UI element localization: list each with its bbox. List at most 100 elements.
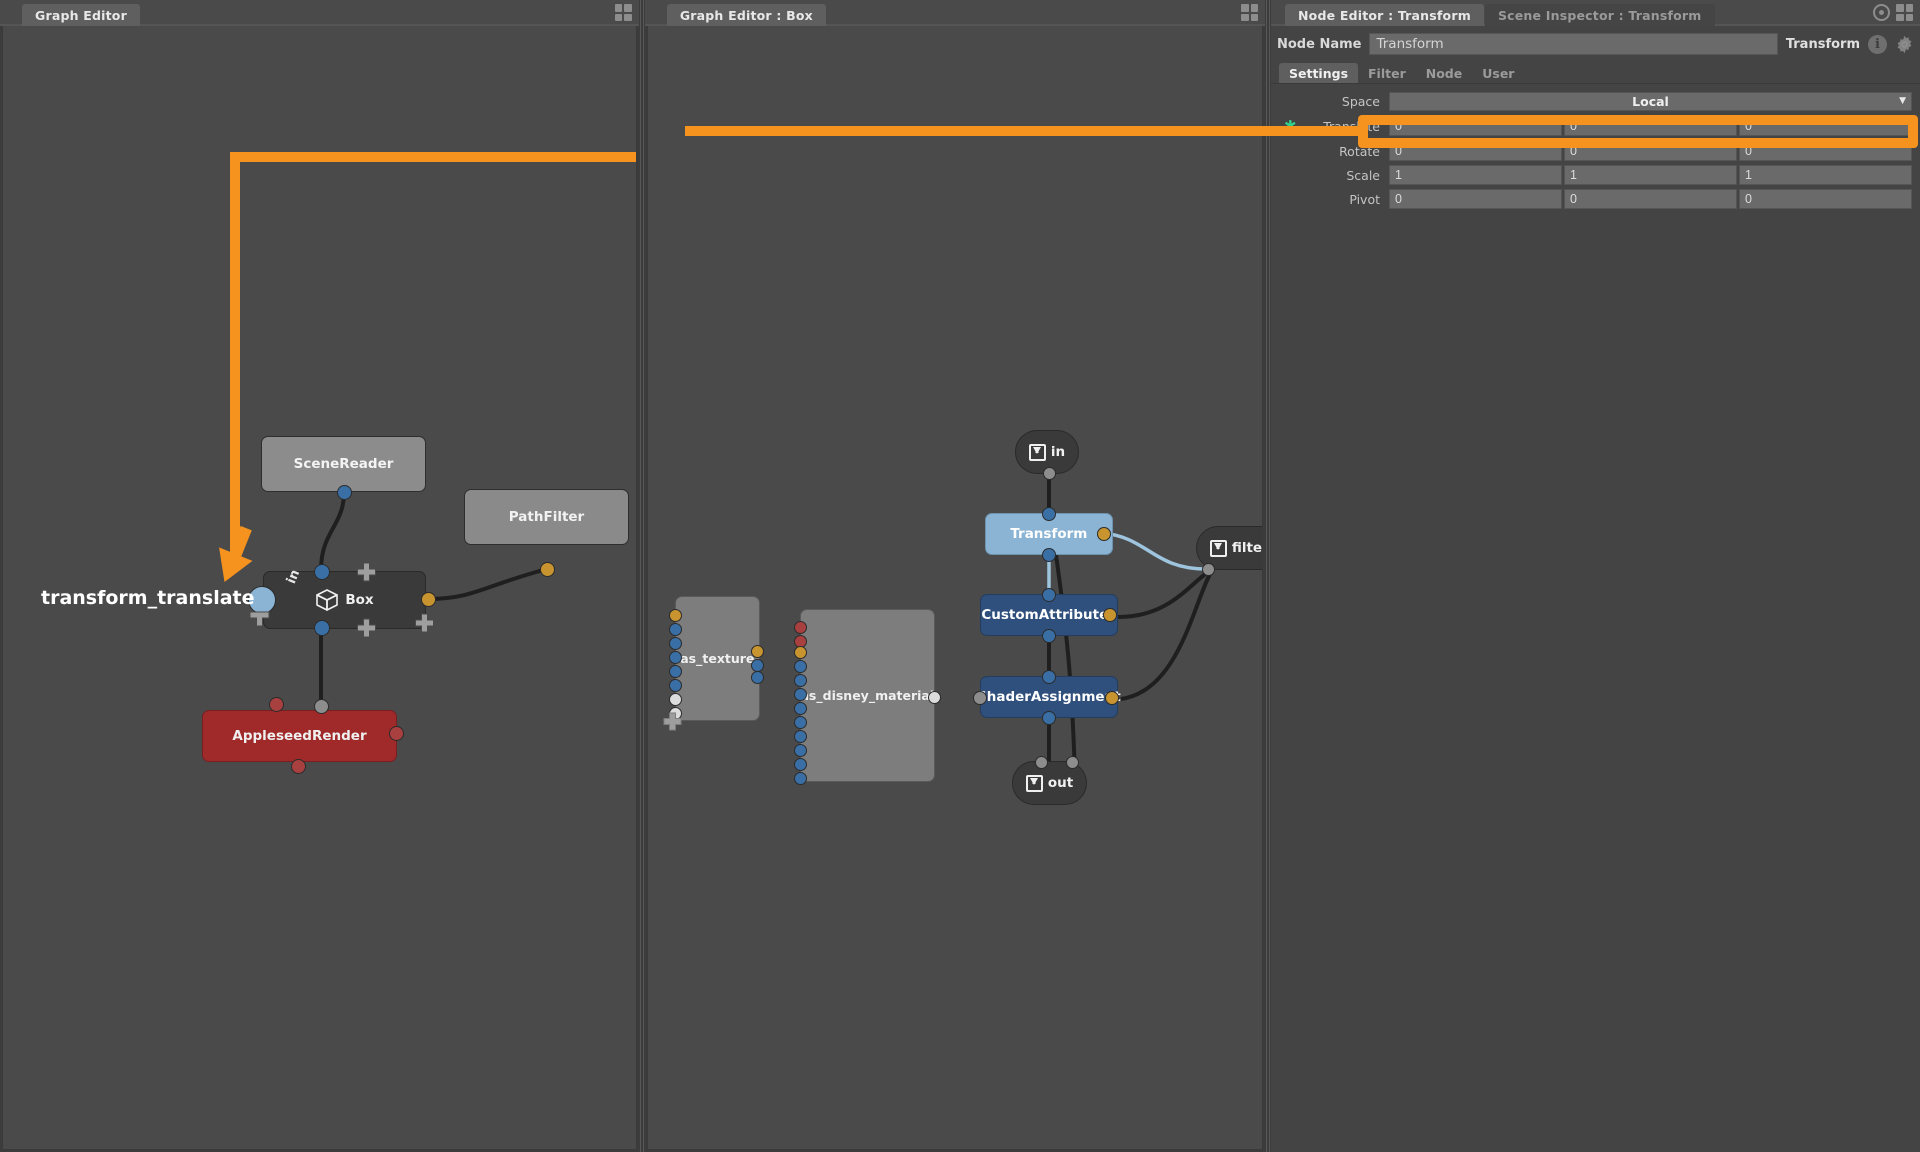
scenereader-out-port[interactable] — [337, 485, 352, 500]
out-in-port-b[interactable] — [1066, 756, 1079, 769]
node-as-texture[interactable]: as_texture — [675, 596, 760, 721]
tab-filter[interactable]: Filter — [1358, 63, 1416, 83]
layout-grid-icon[interactable] — [1241, 4, 1258, 21]
tab-node[interactable]: Node — [1416, 63, 1472, 83]
pathfilter-out-port[interactable] — [540, 562, 555, 577]
scale-y-input[interactable] — [1564, 165, 1737, 185]
node-scenereader[interactable]: SceneReader — [261, 436, 426, 492]
transform-out-port[interactable] — [1042, 548, 1056, 562]
left-graph-canvas[interactable]: SceneReader PathFilter Box in — [2, 26, 637, 1150]
row-translate: ✱ Translate — [1279, 114, 1912, 138]
shaderassignment-shader-port[interactable] — [973, 691, 987, 705]
tab-settings[interactable]: Settings — [1279, 63, 1358, 83]
box-add-plug-bottom-icon[interactable] — [356, 618, 377, 639]
as-disney-out-port[interactable] — [928, 691, 941, 704]
customattributes-filter-port[interactable] — [1103, 608, 1117, 622]
tab-graph-editor-box[interactable]: Graph Editor : Box — [667, 4, 826, 26]
box-add-plug-top-icon[interactable] — [356, 562, 377, 583]
scale-z-input[interactable] — [1739, 165, 1912, 185]
tab-user[interactable]: User — [1472, 63, 1524, 83]
info-icon[interactable]: i — [1868, 35, 1887, 54]
rotate-y-input[interactable] — [1564, 141, 1737, 161]
box-graph-canvas[interactable]: in Transform filter CustomAttributes — [647, 26, 1263, 1150]
left-panel-corner-icons — [615, 4, 632, 21]
as-texture-in-port-0[interactable] — [669, 609, 682, 622]
node-editor-panel: Node Editor : Transform Scene Inspector … — [1271, 0, 1920, 1152]
translate-y-input[interactable] — [1564, 116, 1737, 136]
right-panel-tabbar: Node Editor : Transform Scene Inspector … — [1271, 0, 1920, 26]
in-out-port[interactable] — [1043, 467, 1056, 480]
node-as-disney-material[interactable]: as_disney_material — [800, 609, 935, 782]
node-appleseedrender[interactable]: AppleseedRender — [202, 710, 397, 762]
pivot-y-input[interactable] — [1564, 189, 1737, 209]
translate-animated-indicator[interactable]: ✱ — [1284, 120, 1296, 132]
box-add-plug-left-icon[interactable] — [249, 611, 270, 627]
node-name-input[interactable] — [1369, 33, 1777, 55]
filter-out-port[interactable] — [1202, 563, 1215, 576]
as-disney-in-port-8[interactable] — [794, 730, 807, 743]
annotation-vertical-line — [230, 152, 240, 560]
node-as-disney-material-label: as_disney_material — [801, 688, 935, 703]
as-disney-in-port-11[interactable] — [794, 772, 807, 785]
box-in-port[interactable] — [314, 564, 330, 580]
node-appleseedrender-label: AppleseedRender — [232, 728, 366, 744]
as-disney-in-port-6[interactable] — [794, 702, 807, 715]
space-dropdown[interactable]: Local ▼ — [1389, 92, 1912, 111]
tab-graph-editor[interactable]: Graph Editor — [22, 4, 140, 26]
appleseedrender-in-port-b[interactable] — [314, 699, 329, 714]
as-disney-in-port-9[interactable] — [794, 744, 807, 757]
node-pathfilter[interactable]: PathFilter — [464, 489, 629, 545]
as-texture-in-port-2[interactable] — [669, 637, 682, 650]
as-disney-in-port-0[interactable] — [794, 621, 807, 634]
as-texture-in-port-1[interactable] — [669, 623, 682, 636]
translate-z-input[interactable] — [1739, 116, 1912, 136]
as-texture-out-port-0[interactable] — [751, 645, 764, 658]
node-scenereader-label: SceneReader — [294, 456, 394, 472]
as-texture-add-plug-icon[interactable] — [663, 712, 682, 731]
pivot-z-input[interactable] — [1739, 189, 1912, 209]
gear-icon[interactable] — [1895, 35, 1914, 54]
as-disney-in-port-5[interactable] — [794, 688, 807, 701]
translate-x-input[interactable] — [1389, 116, 1562, 136]
box-add-plug-right-icon[interactable] — [414, 613, 435, 634]
as-disney-in-port-7[interactable] — [794, 716, 807, 729]
as-texture-in-port-6[interactable] — [669, 693, 682, 706]
box-out-port[interactable] — [314, 620, 330, 636]
as-texture-in-port-3[interactable] — [669, 651, 682, 664]
arrow-down-box-icon — [1026, 775, 1043, 792]
node-pathfilter-label: PathFilter — [509, 509, 584, 525]
transform-in-port[interactable] — [1042, 507, 1056, 521]
node-box-label: Box — [345, 592, 373, 608]
as-texture-in-port-5[interactable] — [669, 679, 682, 692]
out-in-port-a[interactable] — [1035, 756, 1048, 769]
tab-scene-inspector[interactable]: Scene Inspector : Transform — [1485, 4, 1715, 26]
appleseedrender-in-port-a[interactable] — [269, 697, 284, 712]
shaderassignment-filter-port[interactable] — [1105, 691, 1119, 705]
box-filter-port[interactable] — [421, 592, 436, 607]
rotate-x-input[interactable] — [1389, 141, 1562, 161]
scale-x-input[interactable] — [1389, 165, 1562, 185]
application-window: Graph Editor SceneReader PathFilter — [0, 0, 1920, 1152]
as-disney-in-port-4[interactable] — [794, 674, 807, 687]
tab-node-editor[interactable]: Node Editor : Transform — [1285, 4, 1484, 26]
shaderassignment-in-port[interactable] — [1042, 670, 1056, 684]
customattributes-out-port[interactable] — [1042, 629, 1056, 643]
appleseedrender-bottom-port[interactable] — [291, 759, 306, 774]
node-editor-body: Node Name Transform i Settings Filter No… — [1271, 26, 1920, 1152]
appleseedrender-side-port[interactable] — [389, 726, 404, 741]
transform-filter-port[interactable] — [1097, 527, 1111, 541]
target-icon[interactable] — [1873, 4, 1890, 21]
as-texture-out-port-2[interactable] — [751, 671, 764, 684]
rotate-z-input[interactable] — [1739, 141, 1912, 161]
as-texture-in-port-4[interactable] — [669, 665, 682, 678]
shaderassignment-out-port[interactable] — [1042, 711, 1056, 725]
as-disney-in-port-2[interactable] — [794, 646, 807, 659]
layout-grid-icon[interactable] — [1896, 4, 1913, 21]
as-disney-in-port-3[interactable] — [794, 660, 807, 673]
layout-grid-icon[interactable] — [615, 4, 632, 21]
row-pivot: Pivot — [1279, 188, 1912, 210]
customattributes-in-port[interactable] — [1042, 588, 1056, 602]
node-filter-label: filter — [1232, 540, 1263, 556]
pivot-x-input[interactable] — [1389, 189, 1562, 209]
as-disney-in-port-10[interactable] — [794, 758, 807, 771]
